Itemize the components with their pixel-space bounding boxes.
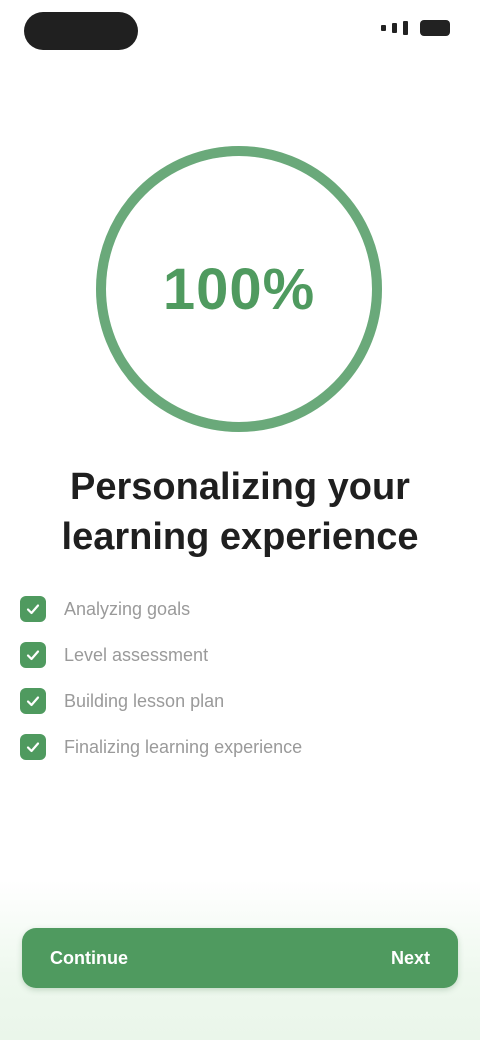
progress-ring: 100% xyxy=(92,142,386,436)
continue-button-label: Continue xyxy=(50,947,128,968)
checklist: Analyzing goals Level assessment Buildin… xyxy=(20,586,460,770)
checklist-item: Finalizing learning experience xyxy=(20,724,460,770)
check-icon xyxy=(20,688,46,714)
checklist-item-label: Finalizing learning experience xyxy=(64,736,303,757)
checklist-item-label: Level assessment xyxy=(64,644,209,665)
continue-button[interactable]: Continue Next xyxy=(22,928,458,988)
status-bar xyxy=(0,0,480,64)
continue-button-next: Next xyxy=(390,947,430,968)
signal-icon xyxy=(392,23,397,33)
checklist-item: Analyzing goals xyxy=(20,586,460,632)
checklist-item: Building lesson plan xyxy=(20,678,460,724)
status-icons xyxy=(381,20,450,36)
check-icon xyxy=(20,642,46,668)
battery-icon xyxy=(420,20,450,36)
progress-percent: 100% xyxy=(162,256,316,322)
checklist-item-label: Analyzing goals xyxy=(64,598,191,619)
signal-icon xyxy=(403,21,408,35)
checklist-item: Level assessment xyxy=(20,632,460,678)
dynamic-island xyxy=(24,12,138,50)
page-title: Personalizing your learning experience xyxy=(61,466,419,558)
check-icon xyxy=(20,596,46,622)
signal-icon xyxy=(381,25,386,31)
checklist-item-label: Building lesson plan xyxy=(64,690,225,711)
check-icon xyxy=(20,734,46,760)
